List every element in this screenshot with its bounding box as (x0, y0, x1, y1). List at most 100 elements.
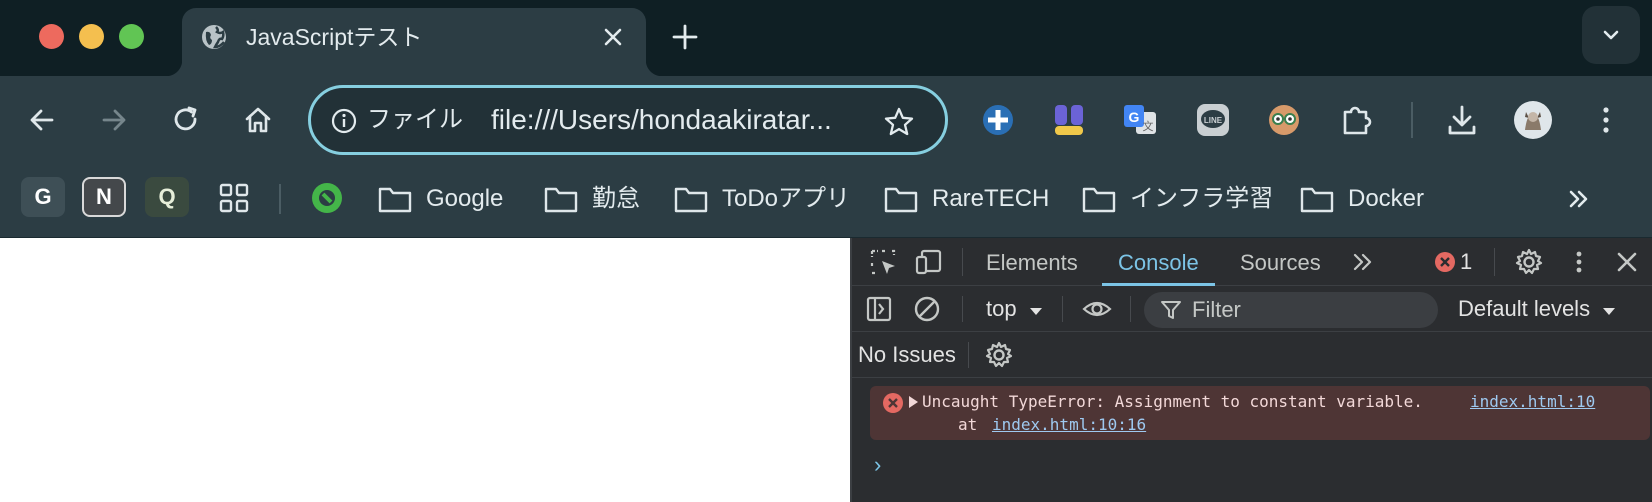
forward-button[interactable] (92, 98, 136, 142)
bookmark-app-n[interactable]: N (82, 177, 126, 217)
bookmark-app-q[interactable]: Q (145, 177, 189, 217)
toolbar-divider (962, 248, 963, 276)
close-window-button[interactable] (39, 24, 64, 49)
toolbar-divider (962, 296, 963, 322)
tab-console[interactable]: Console (1102, 238, 1215, 286)
info-icon[interactable] (331, 108, 357, 134)
svg-text:G: G (1129, 109, 1140, 125)
bookmark-label: RareTECH (932, 185, 1050, 212)
filter-input[interactable]: Filter (1144, 292, 1438, 328)
tab-close-icon[interactable] (600, 24, 626, 50)
inspect-element-icon[interactable] (868, 247, 898, 277)
extension-colorful-icon[interactable] (1047, 98, 1091, 142)
bookmarks-bar: G N Q Google 勤怠 ToDoアプリ RareTECH インフラ学習 … (0, 164, 1652, 238)
extension-blue-cross-icon[interactable] (976, 98, 1020, 142)
tab-strip: JavaScriptテスト (0, 0, 1652, 76)
dropdown-caret-icon (1029, 308, 1042, 315)
sidebar-toggle-icon[interactable] (864, 294, 894, 324)
issues-status[interactable]: No Issues (858, 340, 956, 370)
filter-placeholder: Filter (1192, 297, 1241, 322)
tab-active[interactable]: JavaScriptテスト (166, 8, 662, 76)
green-circle-app-icon[interactable] (309, 180, 345, 216)
folder-icon (544, 187, 578, 213)
zoom-window-button[interactable] (119, 24, 144, 49)
home-button[interactable] (236, 98, 280, 142)
chevron-down-icon (1603, 30, 1619, 40)
folder-icon (1082, 187, 1116, 213)
tab-elements[interactable]: Elements (986, 238, 1078, 286)
tab-sources[interactable]: Sources (1240, 238, 1321, 286)
error-count: 1 (1460, 249, 1473, 274)
log-levels-dropdown[interactable]: Default levels (1458, 294, 1616, 324)
star-icon[interactable] (883, 106, 915, 138)
address-bar[interactable]: ファイル file:///Users/hondaakiratar... (308, 85, 948, 155)
extensions-puzzle-icon[interactable] (1335, 98, 1379, 142)
more-options-icon[interactable] (1564, 247, 1594, 277)
dropdown-caret-icon (1603, 308, 1616, 315)
profile-avatar[interactable] (1511, 98, 1555, 142)
new-tab-button[interactable] (668, 20, 702, 54)
extension-face-icon[interactable] (1262, 98, 1306, 142)
reload-icon (174, 106, 197, 131)
console-settings-gear-icon[interactable] (984, 340, 1014, 370)
device-toolbar-icon[interactable] (914, 247, 944, 277)
bookmarks-divider (279, 184, 281, 214)
log-levels-value: Default levels (1458, 296, 1591, 321)
bookmark-label: Google (426, 185, 504, 212)
toolbar-divider (1411, 102, 1413, 138)
expand-triangle-icon[interactable] (906, 395, 920, 409)
error-icon (883, 393, 903, 413)
folder-icon (378, 187, 412, 213)
error-text: Uncaught TypeError: Assignment to consta… (922, 392, 1423, 411)
arrow-right-icon (102, 109, 126, 131)
line-icon[interactable]: LINE (1191, 98, 1235, 142)
toolbar-divider (1494, 248, 1495, 276)
svg-text:LINE: LINE (1204, 116, 1223, 125)
page-viewport[interactable] (0, 238, 850, 502)
browser-toolbar: ファイル file:///Users/hondaakiratar... G文 L… (0, 76, 1652, 164)
filter-icon (1161, 301, 1181, 319)
clear-console-icon[interactable] (912, 294, 942, 324)
issues-bar: No Issues (852, 332, 1652, 378)
google-translate-icon[interactable]: G文 (1118, 98, 1162, 142)
home-icon (245, 107, 271, 133)
more-tabs-icon[interactable] (1348, 247, 1378, 277)
bookmark-label: 勤怠 (592, 185, 640, 212)
toolbar-divider (968, 342, 969, 368)
apps-grid-icon[interactable] (218, 182, 250, 214)
toolbar-divider (1062, 296, 1063, 322)
close-devtools-icon[interactable] (1612, 247, 1642, 277)
bookmark-label: インフラ学習 (1130, 185, 1274, 212)
download-icon[interactable] (1440, 98, 1484, 142)
eye-icon[interactable] (1082, 294, 1112, 324)
devtools-tabbar: Elements Console Sources 1 (852, 238, 1652, 286)
folder-icon (1300, 187, 1334, 213)
stack-at-label: at (958, 415, 978, 434)
bookmark-app-g[interactable]: G (21, 177, 65, 217)
console-toolbar: top Filter Default levels (852, 286, 1652, 332)
back-button[interactable] (20, 98, 64, 142)
console-prompt[interactable]: › (874, 454, 881, 476)
scheme-label: ファイル (367, 106, 463, 133)
reload-button[interactable] (164, 98, 208, 142)
globe-icon (202, 25, 226, 49)
url-text[interactable]: file:///Users/hondaakiratar... (491, 103, 832, 137)
tab-title: JavaScriptテスト (246, 24, 423, 50)
context-selector[interactable]: top (986, 294, 1043, 324)
double-chevron-right-icon (1569, 190, 1588, 208)
console-error-message: Uncaught TypeError: Assignment to consta… (870, 386, 1650, 440)
tab-search-button[interactable] (1582, 6, 1640, 64)
folder-icon (674, 187, 708, 213)
browser-menu-icon[interactable] (1584, 98, 1628, 142)
settings-gear-icon[interactable] (1514, 247, 1544, 277)
error-source-link[interactable]: index.html:10 (1470, 391, 1595, 413)
toolbar-divider (1130, 296, 1131, 322)
minimize-window-button[interactable] (79, 24, 104, 49)
error-icon (1435, 252, 1455, 272)
svg-text:文: 文 (1143, 119, 1154, 133)
browser-window: JavaScriptテスト ファイル file:///Users/hondaak… (0, 0, 1652, 502)
stack-trace-link[interactable]: index.html:10:16 (992, 414, 1146, 436)
arrow-left-icon (30, 109, 54, 131)
more-bookmarks-button[interactable] (1560, 180, 1598, 218)
bookmark-label: ToDoアプリ (722, 185, 851, 212)
